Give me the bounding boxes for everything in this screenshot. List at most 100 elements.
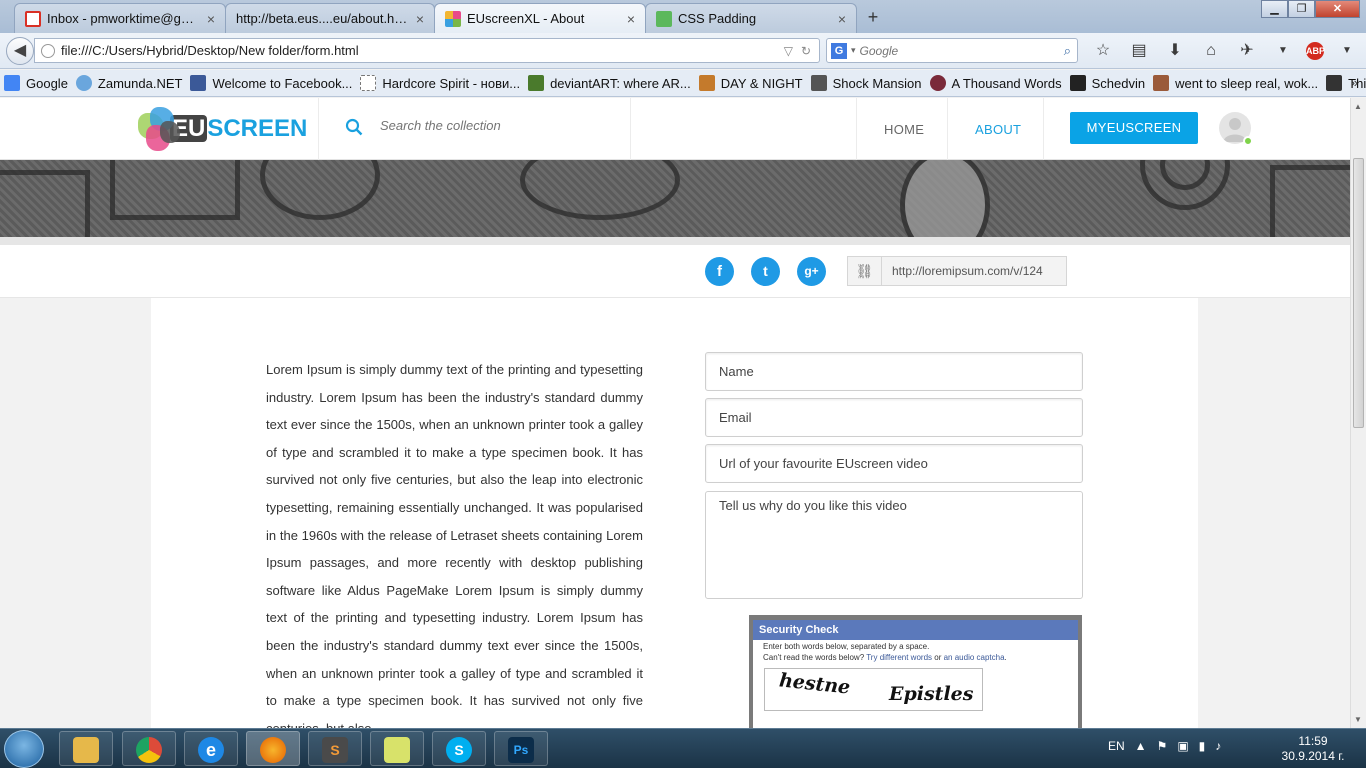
scrollbar-thumb[interactable] xyxy=(1353,158,1364,428)
nav-home-link[interactable]: HOME xyxy=(884,122,924,137)
minimize-button[interactable]: ▁ xyxy=(1261,0,1288,18)
tab-about-beta[interactable]: http://beta.eus....eu/about.html × xyxy=(225,3,435,33)
windows-taskbar: e S S Ps EN ▲ ⚑ ▣ ▮ ♪ 11:59 30.9.2014 г. xyxy=(0,728,1366,768)
captcha-word-1: hestne xyxy=(778,669,852,699)
share-link-url[interactable]: http://loremipsum.com/v/124 xyxy=(882,264,1064,278)
online-status-badge xyxy=(1243,136,1253,146)
taskbar-explorer[interactable] xyxy=(59,731,113,766)
tab-title: http://beta.eus....eu/about.html xyxy=(236,11,410,26)
email-field[interactable] xyxy=(705,398,1083,437)
close-icon[interactable]: × xyxy=(416,11,424,27)
taskbar-chrome[interactable] xyxy=(122,731,176,766)
bookmark-deviantart[interactable]: deviantART: where AR... xyxy=(528,75,691,91)
dropdown-arrow-icon[interactable]: ▽ xyxy=(784,44,793,58)
bookmark-schedvin[interactable]: Schedvin xyxy=(1069,75,1145,91)
bookmark-label: went to sleep real, wok... xyxy=(1175,75,1319,91)
tab-css-padding[interactable]: CSS Padding × xyxy=(645,3,857,33)
start-button[interactable] xyxy=(4,730,44,768)
bookmark-google[interactable]: Google xyxy=(4,75,68,91)
signal-icon[interactable]: ▮ xyxy=(1199,739,1206,753)
page-scrollbar[interactable]: ▲ ▼ xyxy=(1350,98,1366,728)
captcha-audio-link[interactable]: an audio captcha xyxy=(944,653,1005,662)
photoshop-icon: Ps xyxy=(508,737,534,763)
bookmarks-overflow-button[interactable]: » xyxy=(1351,75,1358,90)
back-button[interactable]: ◀ xyxy=(6,37,34,65)
bookmark-star-icon[interactable]: ☆ xyxy=(1090,41,1116,61)
close-icon[interactable]: × xyxy=(838,11,846,27)
extension-icon[interactable]: ✈ xyxy=(1234,41,1260,61)
explorer-icon xyxy=(73,737,99,763)
close-icon[interactable]: × xyxy=(207,11,215,27)
taskbar-photoshop[interactable]: Ps xyxy=(494,731,548,766)
browser-search-box[interactable]: G ▾ ⌕ xyxy=(826,38,1078,63)
facebook-share-icon[interactable]: f xyxy=(705,257,734,286)
bookmark-facebook[interactable]: Welcome to Facebook... xyxy=(190,75,352,91)
taskbar-firefox[interactable] xyxy=(246,731,300,766)
reason-textarea[interactable] xyxy=(705,491,1083,599)
google-icon[interactable]: G xyxy=(831,42,847,59)
taskbar-sublime[interactable]: S xyxy=(308,731,362,766)
adblock-icon[interactable]: ABP xyxy=(1306,42,1325,60)
euscreen-logo[interactable]: EUSCREEN xyxy=(136,104,307,154)
search-icon[interactable] xyxy=(345,118,363,136)
reading-list-icon[interactable]: ▤ xyxy=(1126,41,1152,61)
googleplus-share-icon[interactable]: g+ xyxy=(797,257,826,286)
bookmark-things-of-that-nature[interactable]: Things of that nature xyxy=(1326,75,1366,91)
share-link-box[interactable]: ⛓ http://loremipsum.com/v/124 xyxy=(847,256,1067,286)
header-divider xyxy=(856,98,857,160)
chevron-down-icon[interactable]: ▾ xyxy=(851,45,856,56)
video-url-field[interactable] xyxy=(705,444,1083,483)
system-tray: EN ▲ ⚑ ▣ ▮ ♪ xyxy=(1108,739,1221,753)
bookmark-label: Welcome to Facebook... xyxy=(212,75,353,91)
chevron-down-icon[interactable]: ▼ xyxy=(1270,41,1296,61)
captcha-title: Security Check xyxy=(753,620,1078,640)
maximize-button[interactable]: ❐ xyxy=(1288,0,1315,18)
captcha-word-2: Epistles xyxy=(889,683,974,705)
close-icon[interactable]: × xyxy=(627,11,635,27)
collection-search-input[interactable] xyxy=(380,118,610,133)
download-icon[interactable]: ⬇ xyxy=(1162,41,1188,61)
taskbar-clock[interactable]: 11:59 30.9.2014 г. xyxy=(1280,734,1346,764)
name-field[interactable] xyxy=(705,352,1083,391)
captcha-different-words-link[interactable]: Try different words xyxy=(866,653,932,662)
captcha-instructions: Enter both words below, separated by a s… xyxy=(763,642,930,651)
search-icon[interactable]: ⌕ xyxy=(1064,43,1071,59)
chevron-up-icon[interactable]: ▲ xyxy=(1135,739,1147,753)
reload-icon[interactable]: ↻ xyxy=(801,44,811,58)
address-bar[interactable]: file:///C:/Users/Hybrid/Desktop/New fold… xyxy=(34,38,820,63)
scroll-up-icon[interactable]: ▲ xyxy=(1354,102,1362,111)
about-body-text: Lorem Ipsum is simply dummy text of the … xyxy=(266,362,643,728)
taskbar-skype[interactable]: S xyxy=(432,731,486,766)
tab-gmail[interactable]: Inbox - pmworktime@gma... × xyxy=(14,3,226,33)
browser-search-input[interactable] xyxy=(859,43,1050,58)
banner-divider xyxy=(0,237,1350,245)
home-icon[interactable]: ⌂ xyxy=(1198,41,1224,61)
chevron-down-icon[interactable]: ▼ xyxy=(1334,41,1360,61)
site-header: EUSCREEN HOME ABOUT MYEUSCREEN xyxy=(0,98,1350,160)
tab-euscreenxl-about[interactable]: EUscreenXL - About × xyxy=(434,3,646,33)
bookmark-went-to-sleep[interactable]: went to sleep real, wok... xyxy=(1153,75,1318,91)
euscreen-favicon xyxy=(445,10,461,27)
bookmark-zamunda[interactable]: Zamunda.NET xyxy=(75,75,182,91)
bookmark-label: DAY & NIGHT xyxy=(720,75,803,91)
device-icon[interactable]: ▣ xyxy=(1177,739,1188,753)
bookmark-thousand-words[interactable]: A Thousand Words xyxy=(929,75,1062,91)
taskbar-ie[interactable]: e xyxy=(184,731,238,766)
bookmark-label: A Thousand Words xyxy=(951,75,1062,91)
bookmark-hardcore-spirit[interactable]: Hardcore Spirit - нови... xyxy=(360,75,520,91)
nav-about-link[interactable]: ABOUT xyxy=(975,122,1021,137)
new-tab-button[interactable]: + xyxy=(861,6,885,28)
taskbar-sticky-notes[interactable] xyxy=(370,731,424,766)
bookmark-shock-mansion[interactable]: Shock Mansion xyxy=(810,75,922,91)
myeuscreen-button[interactable]: MYEUSCREEN xyxy=(1070,112,1198,144)
bookmark-day-night[interactable]: DAY & NIGHT xyxy=(698,75,803,91)
volume-icon[interactable]: ♪ xyxy=(1215,739,1221,753)
flag-icon[interactable]: ⚑ xyxy=(1157,739,1168,753)
language-indicator[interactable]: EN xyxy=(1108,739,1125,753)
sticky-notes-icon xyxy=(384,737,410,763)
captcha-help: Can't read the words below? Try differen… xyxy=(763,653,1007,662)
scroll-down-icon[interactable]: ▼ xyxy=(1354,715,1362,724)
twitter-share-icon[interactable]: t xyxy=(751,257,780,286)
logo-screen-text: SCREEN xyxy=(207,115,308,142)
close-window-button[interactable]: ✕ xyxy=(1315,0,1360,18)
